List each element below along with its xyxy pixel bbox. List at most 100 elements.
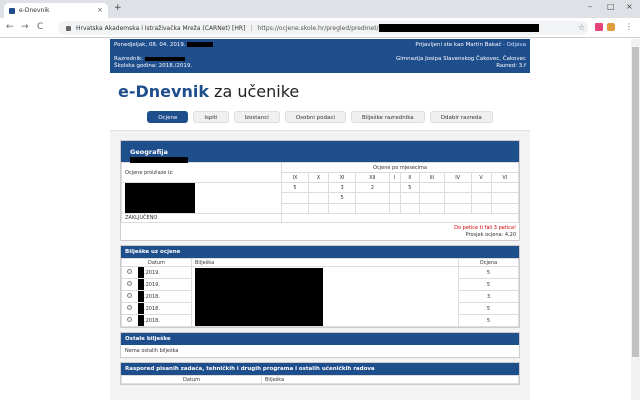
note-radio[interactable] <box>127 293 132 298</box>
tab-biljeske-razrednika[interactable]: Bilješke razrednika <box>350 111 425 123</box>
month-header: X <box>307 172 330 183</box>
grade-cell <box>388 202 401 215</box>
grades-table: Ocjene proizlaze iz: Ocjene po mjesecima… <box>121 162 520 223</box>
note-radio[interactable] <box>127 281 132 286</box>
grade-cell <box>307 181 330 194</box>
forward-icon[interactable]: → <box>21 22 29 32</box>
col-date: Datum <box>121 258 192 267</box>
col-grade: Ocjena <box>458 258 519 267</box>
maximize-icon[interactable]: □ <box>607 2 615 11</box>
browser-toolbar: ← → C Hrvatska Akademska i Istraživačka … <box>0 18 640 38</box>
note-grade: 5 <box>458 278 519 291</box>
other-notes-panel: Ostale bilješke Nema ostalih bilješka <box>120 332 520 358</box>
subject-header: Geografija <box>121 141 519 163</box>
current-date: Ponedjeljak, 08. 04. 2019. <box>114 42 214 48</box>
grade-average: Prosjek ocjena: 4,20 <box>465 232 516 238</box>
note-date: .2019. <box>121 278 192 291</box>
subject-panel: Geografija Ocjene proizlaze iz: Ocjene p… <box>120 140 520 241</box>
class-name: Razred: 3.f <box>496 63 526 69</box>
browser-tabstrip: e-Dnevnik × + – □ × <box>0 0 640 18</box>
schedule-panel: Raspored pisanih zadaća, tehničkih i dru… <box>120 362 520 385</box>
back-icon[interactable]: ← <box>6 22 14 32</box>
grade-cell <box>490 202 520 215</box>
redacted-url <box>378 24 539 32</box>
notes-panel: Bilješke uz ocjene Datum Bilješka Ocjena… <box>120 245 520 328</box>
tab-odabir-razreda[interactable]: Odabir razreda <box>429 111 493 123</box>
grade-cell <box>307 202 330 215</box>
extension-icon[interactable] <box>595 23 603 31</box>
note-radio[interactable] <box>127 269 132 274</box>
final-grade-label: ZAKLJUČENO <box>121 213 282 223</box>
tab-ocjene[interactable]: Ocjene <box>147 111 189 123</box>
user-info: Prijavljeni ste kao Martin Bakač · Odjav… <box>415 42 526 48</box>
notes-header-row: Datum Bilješka Ocjena <box>121 258 519 267</box>
grade-cell <box>328 202 357 215</box>
scrollbar[interactable] <box>631 39 640 400</box>
minimize-icon[interactable]: – <box>588 2 592 11</box>
col-note: Bilješka <box>191 258 459 267</box>
redacted-text <box>125 183 195 213</box>
tab-osobni-podaci[interactable]: Osobni podaci <box>284 111 346 123</box>
browser-menu-icon[interactable]: ⋮ <box>625 22 633 31</box>
school-year: Školska godina: 2018./2019. <box>114 63 193 69</box>
lock-icon <box>66 25 71 31</box>
redacted-text <box>187 42 214 47</box>
note-text <box>191 266 459 327</box>
grade-cell <box>443 202 472 215</box>
reload-icon[interactable]: C <box>37 22 43 32</box>
grade-cell <box>490 192 520 204</box>
note-grade: 5 <box>458 266 519 279</box>
new-tab-button[interactable]: + <box>114 3 122 13</box>
page-container: Ponedjeljak, 08. 04. 2019. Prijavljeni s… <box>110 39 530 400</box>
schedule-table: Datum Bilješka <box>121 375 519 384</box>
window-close-icon[interactable]: × <box>626 2 633 11</box>
note-radio[interactable] <box>127 317 132 322</box>
class-teacher: Razrednik: <box>114 56 185 62</box>
note-radio[interactable] <box>127 305 132 310</box>
app-title: e-Dnevnik za učenike <box>118 82 300 101</box>
grade-cell <box>388 181 401 194</box>
note-date: .2018. <box>121 302 192 315</box>
month-header: V <box>470 172 492 183</box>
note-date: .2018. <box>121 290 192 303</box>
redacted-text <box>195 267 323 326</box>
note-grade: 5 <box>458 314 519 327</box>
grade-cell <box>281 192 309 204</box>
final-grade-cell <box>281 213 519 223</box>
grade-cell <box>399 192 420 204</box>
tab-close-icon[interactable]: × <box>97 6 103 14</box>
col-date: Datum <box>121 375 262 384</box>
tab-izostanci[interactable]: Izostanci <box>233 111 280 123</box>
tab-ispiti[interactable]: Ispiti <box>193 111 229 123</box>
grade-cell <box>418 181 445 194</box>
note-grade: 5 <box>458 302 519 315</box>
bookmark-star-icon[interactable]: ☆ <box>578 23 585 32</box>
grade-remark: Do petice ti fali 3 petica! <box>454 225 516 231</box>
url-separator: | <box>250 24 253 32</box>
grades-source-label: Ocjene proizlaze iz: <box>121 162 282 183</box>
logout-link[interactable]: Odjava <box>507 42 526 48</box>
redacted-element-label <box>121 182 282 214</box>
other-notes-header: Ostale bilješke <box>121 333 519 345</box>
schedule-header: Raspored pisanih zadaća, tehničkih i dru… <box>121 363 519 375</box>
url-text: https://ocjene.skole.hr/pregled/predmet/ <box>257 24 379 32</box>
certificate-org: Hrvatska Akademska i Istraživačka Mreža … <box>76 24 246 32</box>
browser-tab[interactable]: e-Dnevnik × <box>4 3 108 18</box>
grade-cell <box>470 202 492 215</box>
grade-cell: 5 <box>281 181 309 194</box>
scrollbar-thumb[interactable] <box>632 47 639 357</box>
top-info-bar: Ponedjeljak, 08. 04. 2019. Prijavljeni s… <box>110 39 530 73</box>
grade-cell <box>388 192 401 204</box>
address-bar[interactable]: Hrvatska Akademska i Istraživačka Mreža … <box>58 21 588 35</box>
site-favicon-icon <box>9 7 15 14</box>
grade-cell: 2 <box>355 181 390 194</box>
month-header: III <box>418 172 445 183</box>
grade-cell <box>355 202 390 215</box>
grade-cell <box>470 181 492 194</box>
other-notes-empty: Nema ostalih bilješka <box>125 348 179 354</box>
school-name: Gimnazija Josipa Slavenskog Čakovec, Čak… <box>396 56 526 62</box>
grade-cell: 5 <box>399 181 420 194</box>
extension-icon[interactable] <box>607 23 615 31</box>
page-viewport: Ponedjeljak, 08. 04. 2019. Prijavljeni s… <box>0 39 640 400</box>
grades-by-month-title: Ocjene po mjesecima <box>281 162 519 173</box>
